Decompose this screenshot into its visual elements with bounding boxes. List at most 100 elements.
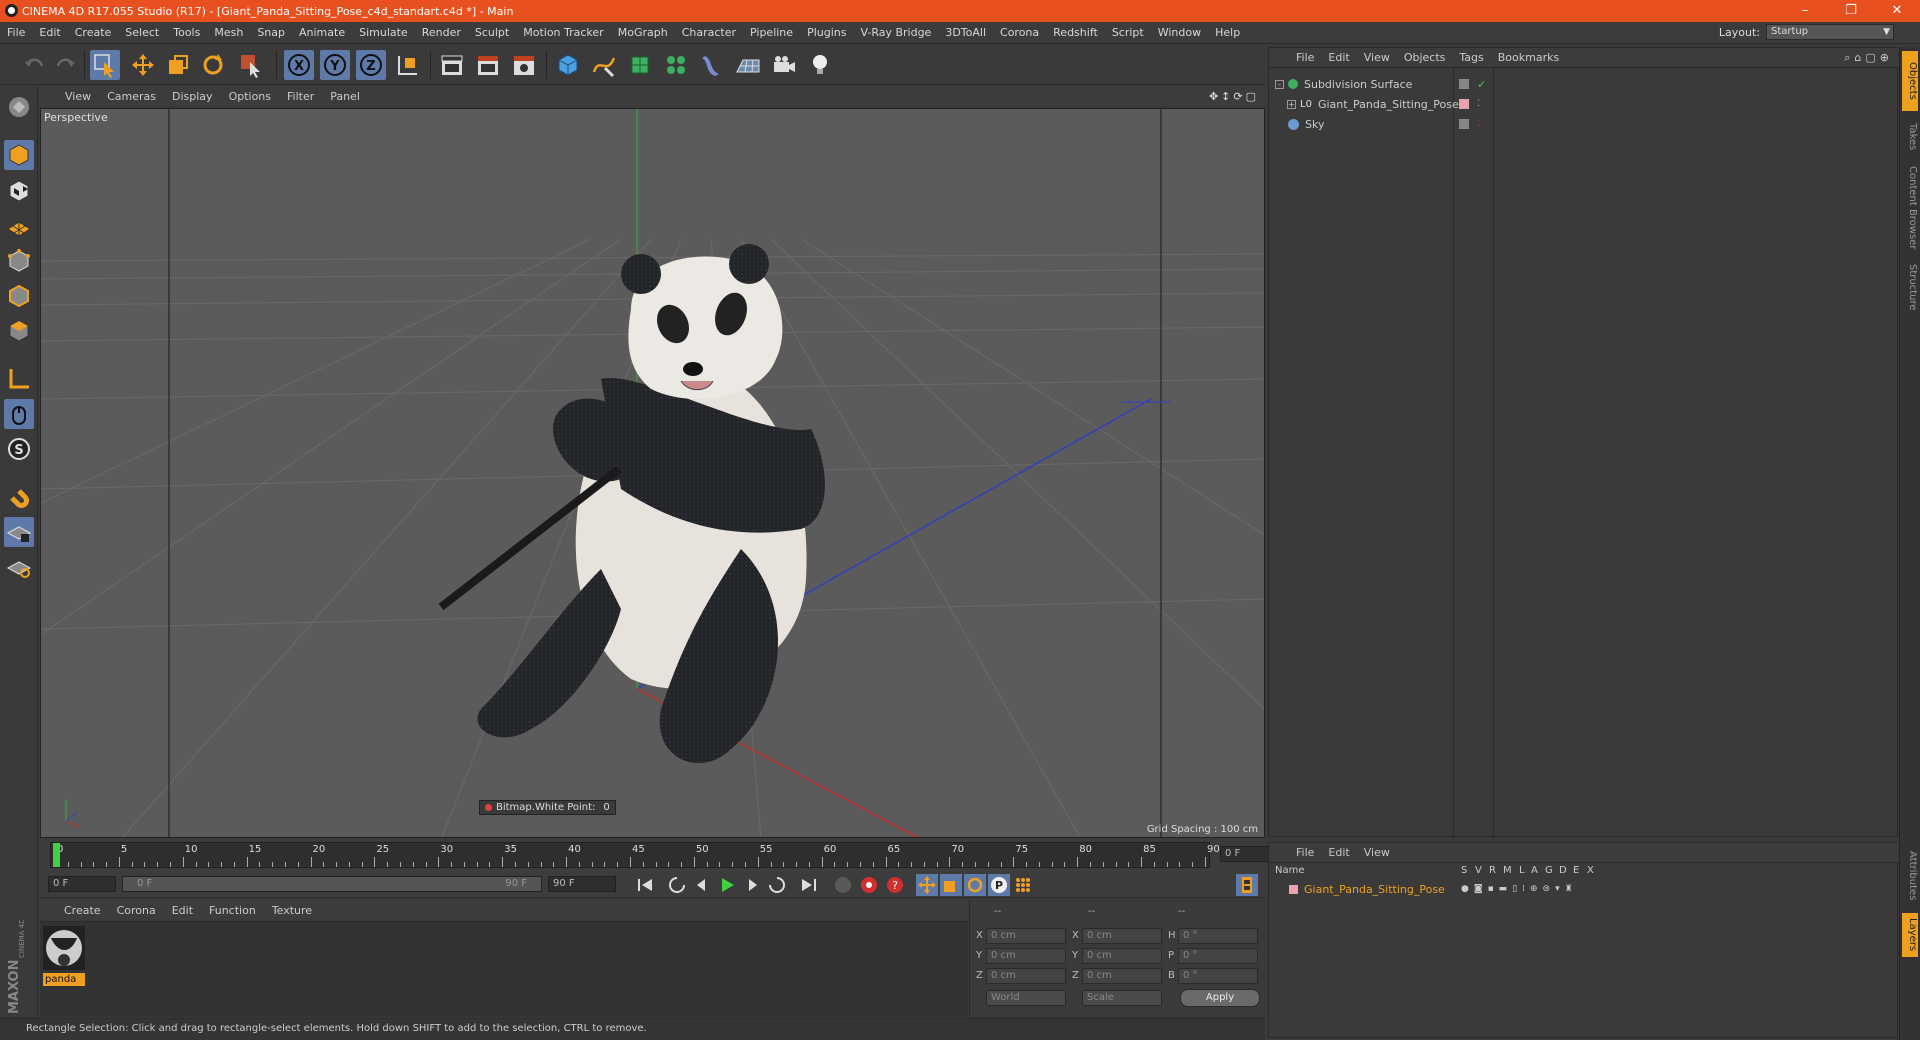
polygons-mode-button[interactable] bbox=[4, 316, 34, 346]
column-manager[interactable]: M bbox=[1503, 865, 1512, 876]
layer-color-swatch[interactable] bbox=[1289, 884, 1298, 894]
column-render[interactable]: R bbox=[1489, 865, 1496, 876]
key-rotation-button[interactable] bbox=[964, 874, 986, 896]
make-editable-button[interactable] bbox=[4, 92, 34, 122]
menu-script[interactable]: Script bbox=[1105, 26, 1151, 39]
autokey-button[interactable] bbox=[858, 874, 880, 896]
enable-snap-button[interactable] bbox=[4, 482, 34, 512]
menu-simulate[interactable]: Simulate bbox=[352, 26, 415, 39]
menu-render[interactable]: Render bbox=[415, 26, 468, 39]
material-menu-edit[interactable]: Edit bbox=[164, 904, 201, 917]
menu-animate[interactable]: Animate bbox=[292, 26, 352, 39]
viewport-navigation-icons[interactable]: ✥↕⟳▢ bbox=[1209, 90, 1259, 103]
object-menu-tags[interactable]: Tags bbox=[1452, 51, 1490, 64]
points-mode-button[interactable] bbox=[4, 246, 34, 276]
column-animation[interactable]: A bbox=[1531, 865, 1538, 876]
add-camera-button[interactable] bbox=[769, 50, 799, 80]
material-menu-corona[interactable]: Corona bbox=[109, 904, 164, 917]
viewport-menu-cameras[interactable]: Cameras bbox=[99, 90, 164, 103]
menu-select[interactable]: Select bbox=[118, 26, 166, 39]
add-environment-button[interactable] bbox=[733, 50, 763, 80]
layer-menu-edit[interactable]: Edit bbox=[1321, 846, 1356, 859]
go-to-start-button[interactable] bbox=[634, 874, 656, 896]
keyframe-selection-button[interactable]: ? bbox=[884, 874, 906, 896]
y-axis-lock-button[interactable]: Y bbox=[320, 50, 350, 80]
next-frame-button[interactable] bbox=[742, 874, 764, 896]
z-axis-lock-button[interactable]: Z bbox=[356, 50, 386, 80]
add-deformer-button[interactable] bbox=[697, 50, 727, 80]
menu-tools[interactable]: Tools bbox=[166, 26, 207, 39]
layer-menu-view[interactable]: View bbox=[1357, 846, 1397, 859]
3d-viewport[interactable]: Perspective Bitmap.White Point: 0 Grid S… bbox=[40, 108, 1265, 838]
layer-row[interactable]: Giant_Panda_Sitting_Pose ●◙▪▬▯⁞⊕⊜▾♜ bbox=[1269, 879, 1899, 899]
planar-workplane-button[interactable] bbox=[4, 552, 34, 582]
visibility-dots-icon[interactable]: ⁚ bbox=[1477, 119, 1480, 129]
tab-takes[interactable]: Takes bbox=[1902, 117, 1918, 157]
minimize-button[interactable]: – bbox=[1782, 0, 1828, 22]
tweak-mode-button[interactable] bbox=[4, 399, 34, 429]
snap-button[interactable]: S bbox=[4, 434, 34, 464]
viewport-menu-filter[interactable]: Filter bbox=[279, 90, 322, 103]
enabled-check-icon[interactable]: ✓ bbox=[1477, 78, 1486, 91]
material-menu-texture[interactable]: Texture bbox=[264, 904, 320, 917]
menu-3dtoall[interactable]: 3DToAll bbox=[938, 26, 993, 39]
render-picture-viewer-button[interactable] bbox=[473, 50, 503, 80]
menu-file[interactable]: File bbox=[0, 26, 32, 39]
object-menu-file[interactable]: File bbox=[1289, 51, 1321, 64]
add-nurbs-button[interactable] bbox=[625, 50, 655, 80]
tab-structure[interactable]: Structure bbox=[1902, 259, 1918, 315]
position-x-field[interactable]: 0 cm bbox=[986, 928, 1066, 944]
layer-tag-icon[interactable] bbox=[1459, 79, 1469, 89]
render-settings-button[interactable] bbox=[509, 50, 539, 80]
material-menu-function[interactable]: Function bbox=[201, 904, 264, 917]
playhead[interactable] bbox=[53, 843, 60, 867]
column-locked[interactable]: L bbox=[1519, 865, 1525, 876]
viewport-menu-panel[interactable]: Panel bbox=[322, 90, 368, 103]
render-view-button[interactable] bbox=[437, 50, 467, 80]
object-row[interactable]: + L0 Giant_Panda_Sitting_Pose ⁚ bbox=[1269, 94, 1899, 114]
column-solo[interactable]: S bbox=[1461, 865, 1467, 876]
key-parameter-button[interactable]: P bbox=[988, 874, 1010, 896]
menu-pipeline[interactable]: Pipeline bbox=[743, 26, 800, 39]
column-generators[interactable]: G bbox=[1545, 865, 1553, 876]
menu-character[interactable]: Character bbox=[675, 26, 743, 39]
end-frame-field[interactable]: 90 F bbox=[548, 876, 616, 892]
add-spline-button[interactable] bbox=[589, 50, 619, 80]
object-menu-bookmarks[interactable]: Bookmarks bbox=[1491, 51, 1566, 64]
key-scale-button[interactable] bbox=[940, 874, 962, 896]
viewport-menu-options[interactable]: Options bbox=[221, 90, 279, 103]
column-expressions[interactable]: E bbox=[1573, 865, 1579, 876]
live-selection-button[interactable] bbox=[90, 50, 120, 80]
viewport-menu-display[interactable]: Display bbox=[164, 90, 221, 103]
rotation-p-field[interactable]: 0 ° bbox=[1178, 948, 1258, 964]
record-keys-button[interactable] bbox=[832, 874, 854, 896]
coordinate-mode-dropdown[interactable]: World bbox=[986, 990, 1066, 1006]
visibility-dots-icon[interactable]: ⁚ bbox=[1477, 99, 1480, 109]
menu-window[interactable]: Window bbox=[1151, 26, 1208, 39]
menu-help[interactable]: Help bbox=[1208, 26, 1247, 39]
rotate-tool-button[interactable] bbox=[198, 50, 228, 80]
column-deformers[interactable]: D bbox=[1559, 865, 1567, 876]
material-menu-create[interactable]: Create bbox=[56, 904, 109, 917]
tab-attributes[interactable]: Attributes bbox=[1902, 845, 1918, 907]
menu-edit[interactable]: Edit bbox=[32, 26, 67, 39]
layout-dropdown[interactable]: Startup ▼ bbox=[1766, 24, 1894, 40]
menu-snap[interactable]: Snap bbox=[250, 26, 292, 39]
add-mograph-button[interactable] bbox=[661, 50, 691, 80]
size-y-field[interactable]: 0 cm bbox=[1082, 948, 1162, 964]
add-cube-button[interactable] bbox=[553, 50, 583, 80]
recent-tools-button[interactable] bbox=[236, 50, 266, 80]
go-to-end-button[interactable] bbox=[798, 874, 820, 896]
size-mode-dropdown[interactable]: Scale bbox=[1082, 990, 1162, 1006]
restore-button[interactable]: ❐ bbox=[1828, 0, 1874, 22]
material-swatch[interactable]: panda bbox=[43, 926, 85, 986]
layer-tag-icon[interactable] bbox=[1459, 119, 1469, 129]
menu-vray-bridge[interactable]: V-Ray Bridge bbox=[853, 26, 938, 39]
tab-layers[interactable]: Layers bbox=[1902, 913, 1918, 957]
add-light-button[interactable] bbox=[805, 50, 835, 80]
object-row[interactable]: - Subdivision Surface ✓ bbox=[1269, 74, 1899, 94]
expand-icon[interactable]: + bbox=[1287, 99, 1296, 109]
frame-range-slider[interactable]: 0 F 90 F bbox=[122, 876, 542, 892]
rotation-b-field[interactable]: 0 ° bbox=[1178, 968, 1258, 984]
column-view[interactable]: V bbox=[1475, 865, 1482, 876]
